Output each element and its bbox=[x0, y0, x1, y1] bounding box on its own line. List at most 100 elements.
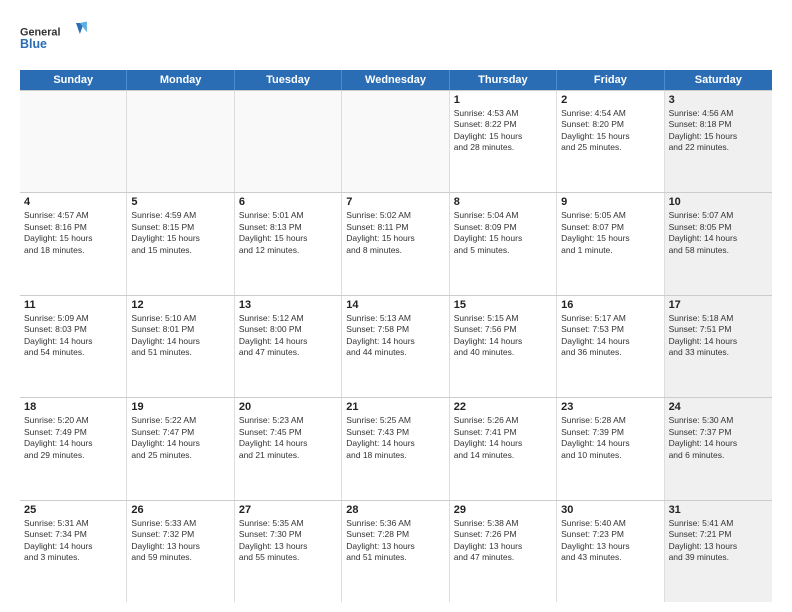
calendar-cell: 13 Sunrise: 5:12 AM Sunset: 8:00 PM Dayli… bbox=[235, 296, 342, 397]
day-number: 31 bbox=[669, 504, 768, 516]
day-info: Sunrise: 5:38 AM Sunset: 7:26 PM Dayligh… bbox=[454, 518, 552, 564]
day-info: Sunrise: 5:31 AM Sunset: 7:34 PM Dayligh… bbox=[24, 518, 122, 564]
day-number: 26 bbox=[131, 504, 229, 516]
day-number: 12 bbox=[131, 299, 229, 311]
day-info: Sunrise: 4:59 AM Sunset: 8:15 PM Dayligh… bbox=[131, 210, 229, 256]
calendar-cell: 8 Sunrise: 5:04 AM Sunset: 8:09 PM Daylig… bbox=[450, 193, 557, 294]
day-number: 10 bbox=[669, 196, 768, 208]
day-info: Sunrise: 5:36 AM Sunset: 7:28 PM Dayligh… bbox=[346, 518, 444, 564]
day-info: Sunrise: 5:30 AM Sunset: 7:37 PM Dayligh… bbox=[669, 415, 768, 461]
calendar-cell: 28 Sunrise: 5:36 AM Sunset: 7:28 PM Dayli… bbox=[342, 501, 449, 602]
calendar-body: 1 Sunrise: 4:53 AM Sunset: 8:22 PM Daylig… bbox=[20, 90, 772, 602]
day-number: 5 bbox=[131, 196, 229, 208]
header-cell-tuesday: Tuesday bbox=[235, 70, 342, 90]
day-info: Sunrise: 4:56 AM Sunset: 8:18 PM Dayligh… bbox=[669, 108, 768, 154]
day-number: 30 bbox=[561, 504, 659, 516]
day-info: Sunrise: 5:07 AM Sunset: 8:05 PM Dayligh… bbox=[669, 210, 768, 256]
day-number: 15 bbox=[454, 299, 552, 311]
day-info: Sunrise: 5:28 AM Sunset: 7:39 PM Dayligh… bbox=[561, 415, 659, 461]
day-info: Sunrise: 5:40 AM Sunset: 7:23 PM Dayligh… bbox=[561, 518, 659, 564]
calendar-cell: 12 Sunrise: 5:10 AM Sunset: 8:01 PM Dayli… bbox=[127, 296, 234, 397]
day-number: 27 bbox=[239, 504, 337, 516]
day-number: 1 bbox=[454, 94, 552, 106]
day-number: 3 bbox=[669, 94, 768, 106]
day-info: Sunrise: 5:23 AM Sunset: 7:45 PM Dayligh… bbox=[239, 415, 337, 461]
calendar-cell: 14 Sunrise: 5:13 AM Sunset: 7:58 PM Dayli… bbox=[342, 296, 449, 397]
calendar-cell bbox=[20, 91, 127, 192]
day-info: Sunrise: 5:18 AM Sunset: 7:51 PM Dayligh… bbox=[669, 313, 768, 359]
day-info: Sunrise: 5:22 AM Sunset: 7:47 PM Dayligh… bbox=[131, 415, 229, 461]
day-info: Sunrise: 5:20 AM Sunset: 7:49 PM Dayligh… bbox=[24, 415, 122, 461]
day-number: 24 bbox=[669, 401, 768, 413]
day-info: Sunrise: 5:35 AM Sunset: 7:30 PM Dayligh… bbox=[239, 518, 337, 564]
calendar-cell: 27 Sunrise: 5:35 AM Sunset: 7:30 PM Dayli… bbox=[235, 501, 342, 602]
day-number: 7 bbox=[346, 196, 444, 208]
header-cell-thursday: Thursday bbox=[450, 70, 557, 90]
calendar-cell: 31 Sunrise: 5:41 AM Sunset: 7:21 PM Dayli… bbox=[665, 501, 772, 602]
day-info: Sunrise: 5:04 AM Sunset: 8:09 PM Dayligh… bbox=[454, 210, 552, 256]
day-number: 4 bbox=[24, 196, 122, 208]
day-info: Sunrise: 5:10 AM Sunset: 8:01 PM Dayligh… bbox=[131, 313, 229, 359]
day-number: 19 bbox=[131, 401, 229, 413]
calendar-cell bbox=[127, 91, 234, 192]
day-number: 25 bbox=[24, 504, 122, 516]
header-cell-friday: Friday bbox=[557, 70, 664, 90]
day-number: 20 bbox=[239, 401, 337, 413]
calendar-cell bbox=[342, 91, 449, 192]
calendar-cell: 5 Sunrise: 4:59 AM Sunset: 8:15 PM Daylig… bbox=[127, 193, 234, 294]
day-info: Sunrise: 4:53 AM Sunset: 8:22 PM Dayligh… bbox=[454, 108, 552, 154]
calendar-cell: 23 Sunrise: 5:28 AM Sunset: 7:39 PM Dayli… bbox=[557, 398, 664, 499]
calendar-cell: 21 Sunrise: 5:25 AM Sunset: 7:43 PM Dayli… bbox=[342, 398, 449, 499]
day-number: 21 bbox=[346, 401, 444, 413]
day-number: 11 bbox=[24, 299, 122, 311]
svg-text:Blue: Blue bbox=[20, 37, 47, 51]
calendar-cell: 30 Sunrise: 5:40 AM Sunset: 7:23 PM Dayli… bbox=[557, 501, 664, 602]
day-number: 18 bbox=[24, 401, 122, 413]
calendar-header: SundayMondayTuesdayWednesdayThursdayFrid… bbox=[20, 70, 772, 90]
calendar-row-2: 4 Sunrise: 4:57 AM Sunset: 8:16 PM Daylig… bbox=[20, 192, 772, 294]
calendar-cell: 15 Sunrise: 5:15 AM Sunset: 7:56 PM Dayli… bbox=[450, 296, 557, 397]
day-info: Sunrise: 5:41 AM Sunset: 7:21 PM Dayligh… bbox=[669, 518, 768, 564]
day-number: 28 bbox=[346, 504, 444, 516]
calendar-row-4: 18 Sunrise: 5:20 AM Sunset: 7:49 PM Dayli… bbox=[20, 397, 772, 499]
day-number: 14 bbox=[346, 299, 444, 311]
header-cell-wednesday: Wednesday bbox=[342, 70, 449, 90]
calendar-cell: 18 Sunrise: 5:20 AM Sunset: 7:49 PM Dayli… bbox=[20, 398, 127, 499]
calendar-cell: 20 Sunrise: 5:23 AM Sunset: 7:45 PM Dayli… bbox=[235, 398, 342, 499]
calendar-cell: 16 Sunrise: 5:17 AM Sunset: 7:53 PM Dayli… bbox=[557, 296, 664, 397]
day-info: Sunrise: 5:25 AM Sunset: 7:43 PM Dayligh… bbox=[346, 415, 444, 461]
day-info: Sunrise: 5:12 AM Sunset: 8:00 PM Dayligh… bbox=[239, 313, 337, 359]
calendar-cell: 11 Sunrise: 5:09 AM Sunset: 8:03 PM Dayli… bbox=[20, 296, 127, 397]
day-number: 13 bbox=[239, 299, 337, 311]
day-info: Sunrise: 5:05 AM Sunset: 8:07 PM Dayligh… bbox=[561, 210, 659, 256]
day-info: Sunrise: 5:09 AM Sunset: 8:03 PM Dayligh… bbox=[24, 313, 122, 359]
calendar-cell: 1 Sunrise: 4:53 AM Sunset: 8:22 PM Daylig… bbox=[450, 91, 557, 192]
day-info: Sunrise: 5:17 AM Sunset: 7:53 PM Dayligh… bbox=[561, 313, 659, 359]
day-number: 17 bbox=[669, 299, 768, 311]
day-number: 2 bbox=[561, 94, 659, 106]
calendar-cell: 25 Sunrise: 5:31 AM Sunset: 7:34 PM Dayli… bbox=[20, 501, 127, 602]
header: General Blue bbox=[20, 18, 772, 60]
day-info: Sunrise: 5:13 AM Sunset: 7:58 PM Dayligh… bbox=[346, 313, 444, 359]
day-number: 9 bbox=[561, 196, 659, 208]
day-number: 8 bbox=[454, 196, 552, 208]
calendar-cell: 9 Sunrise: 5:05 AM Sunset: 8:07 PM Daylig… bbox=[557, 193, 664, 294]
header-cell-saturday: Saturday bbox=[665, 70, 772, 90]
day-info: Sunrise: 5:26 AM Sunset: 7:41 PM Dayligh… bbox=[454, 415, 552, 461]
day-number: 23 bbox=[561, 401, 659, 413]
calendar-cell: 6Sunrise: 5:01 AM Sunset: 8:13 PM Daylig… bbox=[235, 193, 342, 294]
day-info: Sunrise: 4:54 AM Sunset: 8:20 PM Dayligh… bbox=[561, 108, 659, 154]
calendar-cell: 10 Sunrise: 5:07 AM Sunset: 8:05 PM Dayli… bbox=[665, 193, 772, 294]
calendar-cell: 4 Sunrise: 4:57 AM Sunset: 8:16 PM Daylig… bbox=[20, 193, 127, 294]
logo-svg: General Blue bbox=[20, 18, 90, 60]
calendar-cell: 17 Sunrise: 5:18 AM Sunset: 7:51 PM Dayli… bbox=[665, 296, 772, 397]
calendar-cell: 19 Sunrise: 5:22 AM Sunset: 7:47 PM Dayli… bbox=[127, 398, 234, 499]
day-info: Sunrise: 4:57 AM Sunset: 8:16 PM Dayligh… bbox=[24, 210, 122, 256]
calendar-row-1: 1 Sunrise: 4:53 AM Sunset: 8:22 PM Daylig… bbox=[20, 90, 772, 192]
calendar-cell: 26Sunrise: 5:33 AM Sunset: 7:32 PM Dayli… bbox=[127, 501, 234, 602]
calendar-row-3: 11 Sunrise: 5:09 AM Sunset: 8:03 PM Dayli… bbox=[20, 295, 772, 397]
day-info: Sunrise: 5:15 AM Sunset: 7:56 PM Dayligh… bbox=[454, 313, 552, 359]
day-number: 16 bbox=[561, 299, 659, 311]
calendar-cell bbox=[235, 91, 342, 192]
page: General Blue SundayMondayTuesdayWednesda… bbox=[0, 0, 792, 612]
